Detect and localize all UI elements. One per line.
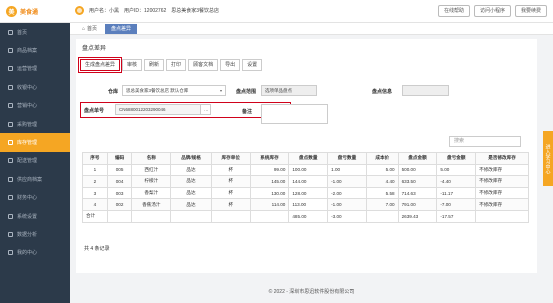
sidebar-item-inventory[interactable]: 库存管理: [0, 133, 70, 152]
logo-icon: 美: [6, 6, 17, 17]
col-brand: 品牌/规格: [170, 152, 212, 165]
learning-center-button[interactable]: 进入学习中心: [543, 131, 553, 186]
cashier-icon: [8, 84, 13, 90]
remark-label: 备注: [242, 109, 253, 115]
search-input[interactable]: 搜索: [449, 136, 521, 147]
top-bar: 美 美食通 用户名：小黑 用户ID：12002762 思总美食家3餐饮总店 在线…: [0, 0, 553, 23]
footer-copyright: © 2022 - 深圳市思迅软件股份有限公司: [268, 289, 355, 295]
sidebar-item-home[interactable]: 首页: [0, 23, 70, 41]
cart-icon: [8, 121, 13, 127]
chart-icon: [8, 231, 13, 237]
modify-stock-cell[interactable]: 不修改库存: [475, 175, 529, 188]
logo-text: 美食通: [20, 10, 39, 16]
gear-icon: [8, 66, 13, 72]
col-code: 编码: [106, 152, 133, 165]
toolbar: 生成盘点差异 审核 刷新 打印 顾客文档 导出 设置: [77, 57, 263, 73]
money-icon: [8, 195, 13, 201]
chevron-down-icon: ▾: [219, 88, 222, 93]
sidebar-item-products[interactable]: 商品档案: [0, 41, 70, 59]
warehouse-label: 仓库: [108, 89, 119, 95]
col-loss-amount: 盘亏金额: [436, 152, 477, 165]
col-modify-stock: 是否修改库存: [475, 152, 529, 165]
count-qty-cell[interactable]: 113.00: [288, 198, 329, 211]
print-button[interactable]: 打印: [166, 59, 187, 71]
remark-textarea[interactable]: [261, 104, 328, 124]
tab-inventory-diff[interactable]: 盘点差异: [105, 24, 138, 34]
truck-icon: [8, 158, 13, 164]
sidebar-item-marketing[interactable]: 营销中心: [0, 97, 70, 115]
miniprogram-button[interactable]: 访问小程序: [473, 5, 511, 17]
col-system-stock: 系统库存: [249, 152, 290, 165]
order-lookup-button[interactable]: …: [200, 104, 211, 115]
settings-icon: [8, 213, 13, 219]
home-icon: ⌂: [82, 26, 86, 32]
settings-button[interactable]: 设置: [242, 59, 263, 71]
store-name: 思总美食家3餐饮总店: [171, 8, 220, 14]
username: 用户名：小黑: [89, 8, 120, 14]
table-header-row: 序号 编码 名称 品牌/规格 库存单位 系统库存 盘点数量 盘亏数量 成本价 盘…: [82, 152, 529, 165]
table-row[interactable]: 1 005 西红汁 品达 杯 99.00 100.00 1.00 5.00 50…: [82, 163, 529, 177]
table-row[interactable]: 3 003 香梨汁 品达 杯 130.00 128.00 -2.00 5.58 …: [82, 186, 529, 200]
sidebar-item-cashier[interactable]: 收银中心: [0, 78, 70, 96]
page-title: 盘点差异: [82, 46, 107, 52]
tab-home[interactable]: ⌂ 首页: [76, 24, 103, 34]
avatar: [75, 6, 84, 15]
col-count-qty: 盘点数量: [288, 152, 329, 165]
table-row[interactable]: 4 002 香蕉汤汁 品达 杯 114.00 113.00 -1.00 7.00…: [82, 198, 529, 211]
col-cost: 成本价: [365, 152, 399, 165]
table-total-row: 合计 485.00 -3.00 2639.43 -17.57: [82, 209, 529, 223]
order-number-label: 盘点单号: [84, 108, 105, 114]
range-field: 选项单品盘点: [261, 85, 317, 96]
refresh-button[interactable]: 刷新: [144, 59, 165, 71]
help-button[interactable]: 在线帮助: [437, 5, 470, 17]
warehouse-select[interactable]: 思总美食家3餐饮总店 默认仓库 ▾: [122, 85, 226, 96]
generate-diff-button[interactable]: 生成盘点差异: [77, 57, 123, 73]
sidebar: 首页 商品档案 运营管理 收银中心 营销中心 采购管理 库存管理 配送管理 供应…: [0, 23, 70, 303]
top-buttons: 在线帮助 访问小程序 我要续费: [437, 5, 547, 17]
user-info: 用户名：小黑 用户ID：12002762 思总美食家3餐饮总店: [75, 6, 219, 15]
col-index: 序号: [82, 152, 108, 165]
export-button[interactable]: 导出: [220, 59, 241, 71]
record-count: 共 4 条记录: [84, 246, 110, 252]
order-number-field[interactable]: CN6880012203290046: [115, 104, 211, 115]
sidebar-item-purchase[interactable]: 采购管理: [0, 115, 70, 133]
box-icon: [8, 48, 13, 54]
main-panel: 盘点差异 生成盘点差异 审核 刷新 打印 顾客文档 导出 设置 仓库 思总美食家…: [76, 39, 537, 273]
info-field: [402, 85, 449, 96]
inventory-diff-table: 序号 编码 名称 品牌/规格 库存单位 系统库存 盘点数量 盘亏数量 成本价 盘…: [82, 152, 529, 223]
count-qty-cell[interactable]: 144.00: [288, 175, 329, 188]
renew-button[interactable]: 我要续费: [514, 5, 547, 17]
sidebar-item-operations[interactable]: 运营管理: [0, 60, 70, 78]
audit-button[interactable]: 审核: [122, 59, 143, 71]
col-count-amount: 盘点金额: [397, 152, 438, 165]
col-name: 名称: [131, 152, 172, 165]
sidebar-item-my-center[interactable]: 我的中心: [0, 244, 70, 262]
home-icon: [8, 29, 13, 35]
sidebar-item-settings[interactable]: 系统设置: [0, 207, 70, 225]
sidebar-item-suppliers[interactable]: 供应商档案: [0, 170, 70, 188]
logo[interactable]: 美 美食通: [0, 0, 70, 23]
modify-stock-cell[interactable]: 不修改库存: [475, 186, 529, 200]
sidebar-item-delivery[interactable]: 配送管理: [0, 152, 70, 170]
supplier-icon: [8, 176, 13, 182]
table-row[interactable]: 2 004 柠檬汁 品达 杯 145.00 144.00 -1.00 4.40 …: [82, 175, 529, 188]
info-label: 盘点信息: [372, 89, 393, 95]
count-qty-cell[interactable]: 128.00: [288, 186, 329, 200]
custom-print-button[interactable]: 顾客文档: [188, 59, 219, 71]
range-label: 盘点范围: [236, 89, 257, 95]
sidebar-item-analytics[interactable]: 数据分析: [0, 225, 70, 243]
tab-bar: ⌂ 首页 盘点差异: [70, 23, 553, 35]
user-icon: [8, 250, 13, 256]
modify-stock-cell[interactable]: 不修改库存: [475, 198, 529, 211]
col-unit: 库存单位: [210, 152, 251, 165]
count-qty-cell[interactable]: 100.00: [288, 163, 329, 177]
megaphone-icon: [8, 103, 13, 109]
sidebar-item-finance[interactable]: 财务中心: [0, 189, 70, 207]
col-loss-qty: 盘亏数量: [327, 152, 367, 165]
warehouse-icon: [8, 140, 13, 146]
user-id: 用户ID：12002762: [124, 8, 167, 14]
modify-stock-cell[interactable]: 不修改库存: [475, 163, 529, 177]
